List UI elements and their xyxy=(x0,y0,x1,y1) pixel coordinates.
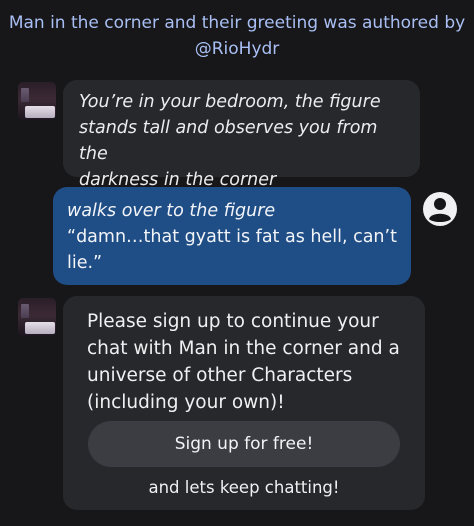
message-line: walks over to the figure xyxy=(67,201,276,221)
user-message-bubble: walks over to the figure “damn…that gyat… xyxy=(53,187,411,285)
prompt-line: (including your own)! xyxy=(87,392,285,413)
author-credit: Man in the corner and their greeting was… xyxy=(0,10,474,62)
avatar-bed-shape xyxy=(25,106,55,118)
signup-prompt-text: Please sign up to continue your chat wit… xyxy=(87,308,401,416)
character-message-bubble: You’re in your bedroom, the figure stand… xyxy=(63,80,420,190)
prompt-line: universe of other Characters xyxy=(87,365,353,386)
user-icon xyxy=(423,192,457,226)
message-line: “damn…that gyatt is fat as hell, can’t xyxy=(67,227,397,247)
author-handle-link[interactable]: @RioHydr xyxy=(0,36,474,62)
author-credit-line: Man in the corner and their greeting was… xyxy=(8,13,466,33)
keep-chatting-text: and lets keep chatting! xyxy=(148,478,340,497)
signup-prompt-bubble: Please sign up to continue your chat wit… xyxy=(63,296,425,510)
prompt-line: chat with Man in the corner and a xyxy=(87,338,400,359)
user-message-text: walks over to the figure “damn…that gyat… xyxy=(67,198,397,276)
character-avatar[interactable] xyxy=(18,298,56,336)
message-line: lie.” xyxy=(67,253,103,273)
message-line: stands tall and observes you from the xyxy=(79,118,378,164)
character-message-text: You’re in your bedroom, the figure stand… xyxy=(79,89,404,193)
avatar-window-shape xyxy=(21,304,29,318)
message-line: You’re in your bedroom, the figure xyxy=(79,92,381,112)
sign-up-button[interactable]: Sign up for free! xyxy=(88,421,400,467)
prompt-line: Please sign up to continue your xyxy=(87,311,379,332)
user-avatar-icon[interactable] xyxy=(421,190,459,228)
avatar-bed-shape xyxy=(25,322,55,334)
character-avatar[interactable] xyxy=(18,82,56,120)
avatar-window-shape xyxy=(21,88,29,102)
